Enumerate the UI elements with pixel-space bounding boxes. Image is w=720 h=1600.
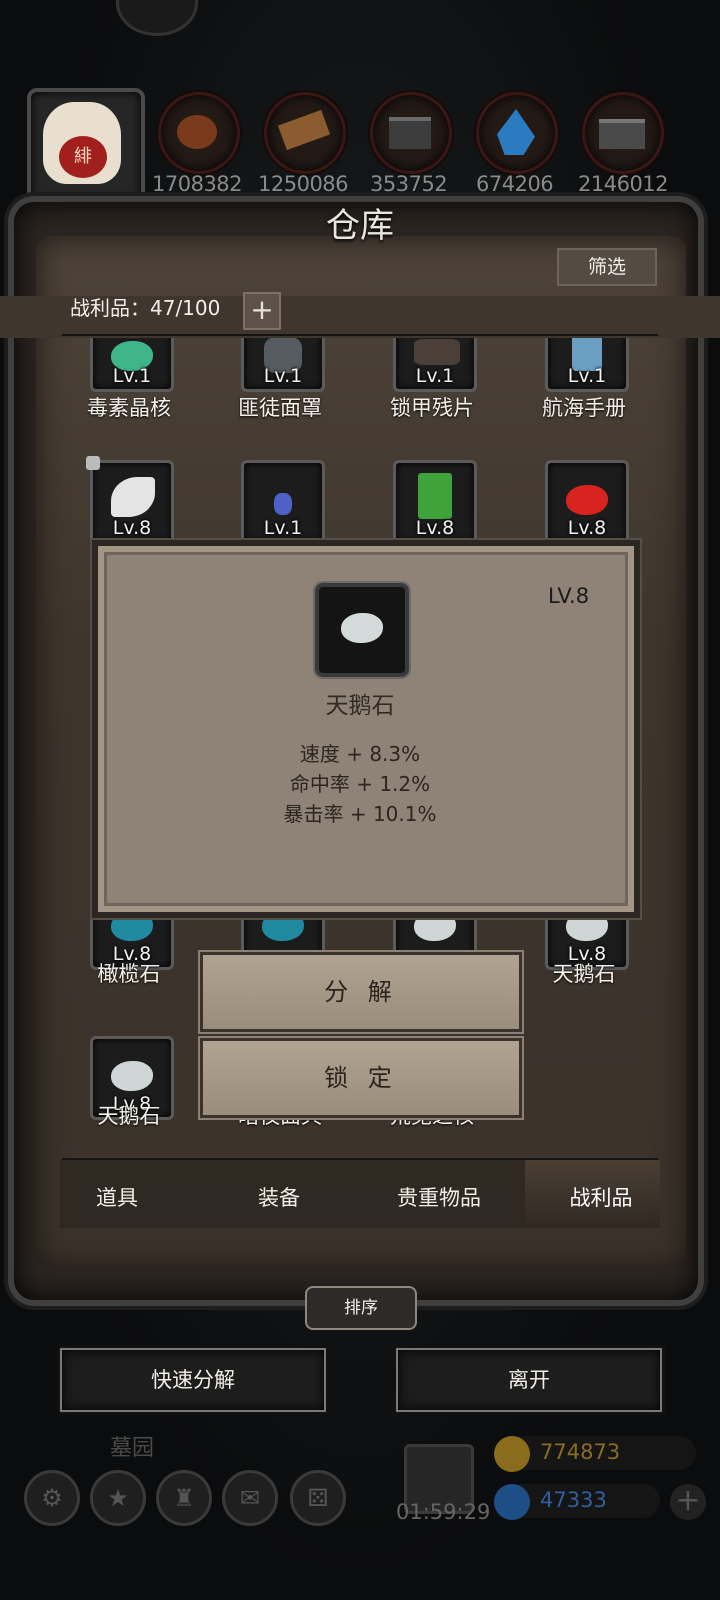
item-name: 天鹅石 [97,1104,161,1128]
stone-icon[interactable] [582,92,664,174]
tab-equipment[interactable]: 装备 [204,1182,354,1212]
item-slot[interactable]: Lv.1 [241,460,325,544]
wood-count: 1250086 [258,172,349,196]
stone-count: 2146012 [578,172,669,196]
item-name: 毒素晶核 [87,396,171,420]
gold-amount: 774873 [540,1440,621,1464]
item-name: 锁甲残片 [390,396,474,420]
item-name: 橄榄石 [97,962,161,986]
meat-icon[interactable] [158,92,240,174]
gift-timer: 01:59:29 [396,1500,491,1524]
quick-decompose-button[interactable]: 快速分解 [60,1348,326,1412]
iron-count: 353752 [370,172,448,196]
filter-button[interactable]: 筛选 [557,248,657,286]
popup-stat: 速度 + 8.3% [299,742,421,766]
tab-valuables[interactable]: 贵重物品 [364,1182,514,1212]
lock-button[interactable]: 锁 定 [200,1038,522,1118]
expand-capacity-button[interactable]: + [243,292,281,330]
settings-icon[interactable]: ⚙ [24,1470,80,1526]
gem-icon [494,1484,530,1520]
popup-stat: 暴击率 + 10.1% [283,802,437,826]
wood-icon[interactable] [264,92,346,174]
item-name: 天鹅石 [552,962,616,986]
popup-item-icon [315,583,409,677]
lock-icon [86,456,100,470]
sort-button[interactable]: 排序 [305,1286,417,1330]
tower-icon[interactable]: ♜ [156,1470,212,1526]
mail-icon[interactable]: ✉ [222,1470,278,1526]
iron-icon[interactable] [370,92,452,174]
item-slot[interactable]: Lv.8 [90,460,174,544]
gem-amount: 47333 [540,1488,607,1512]
loot-capacity-label: 战利品：47/100 [70,296,221,320]
divider [62,334,658,336]
add-gems-icon[interactable]: + [670,1484,706,1520]
dice-icon[interactable]: ⚄ [290,1470,346,1526]
crystal-icon[interactable] [476,92,558,174]
panel-title: 仓库 [326,206,394,246]
leave-button[interactable]: 离开 [396,1348,662,1412]
gold-coin-icon [494,1436,530,1472]
location-label: 墓园 [110,1436,155,1461]
player-avatar[interactable]: 緋 [27,88,145,204]
crystal-count: 674206 [476,172,554,196]
item-slot[interactable]: Lv.8 [545,460,629,544]
item-slot[interactable]: Lv.8 [393,460,477,544]
item-name: 匪徒面罩 [238,396,322,420]
tab-loot[interactable]: 战利品 [526,1182,676,1212]
popup-item-name: 天鹅石 [325,693,395,719]
meat-count: 1708382 [152,172,243,196]
avatar-emblem: 緋 [59,136,107,178]
decompose-button[interactable]: 分 解 [200,952,522,1032]
popup-stat: 命中率 + 1.2% [289,772,431,796]
star-icon[interactable]: ★ [90,1470,146,1526]
item-name: 航海手册 [542,396,626,420]
popup-level: LV.8 [548,584,590,608]
tab-items[interactable]: 道具 [42,1182,192,1212]
